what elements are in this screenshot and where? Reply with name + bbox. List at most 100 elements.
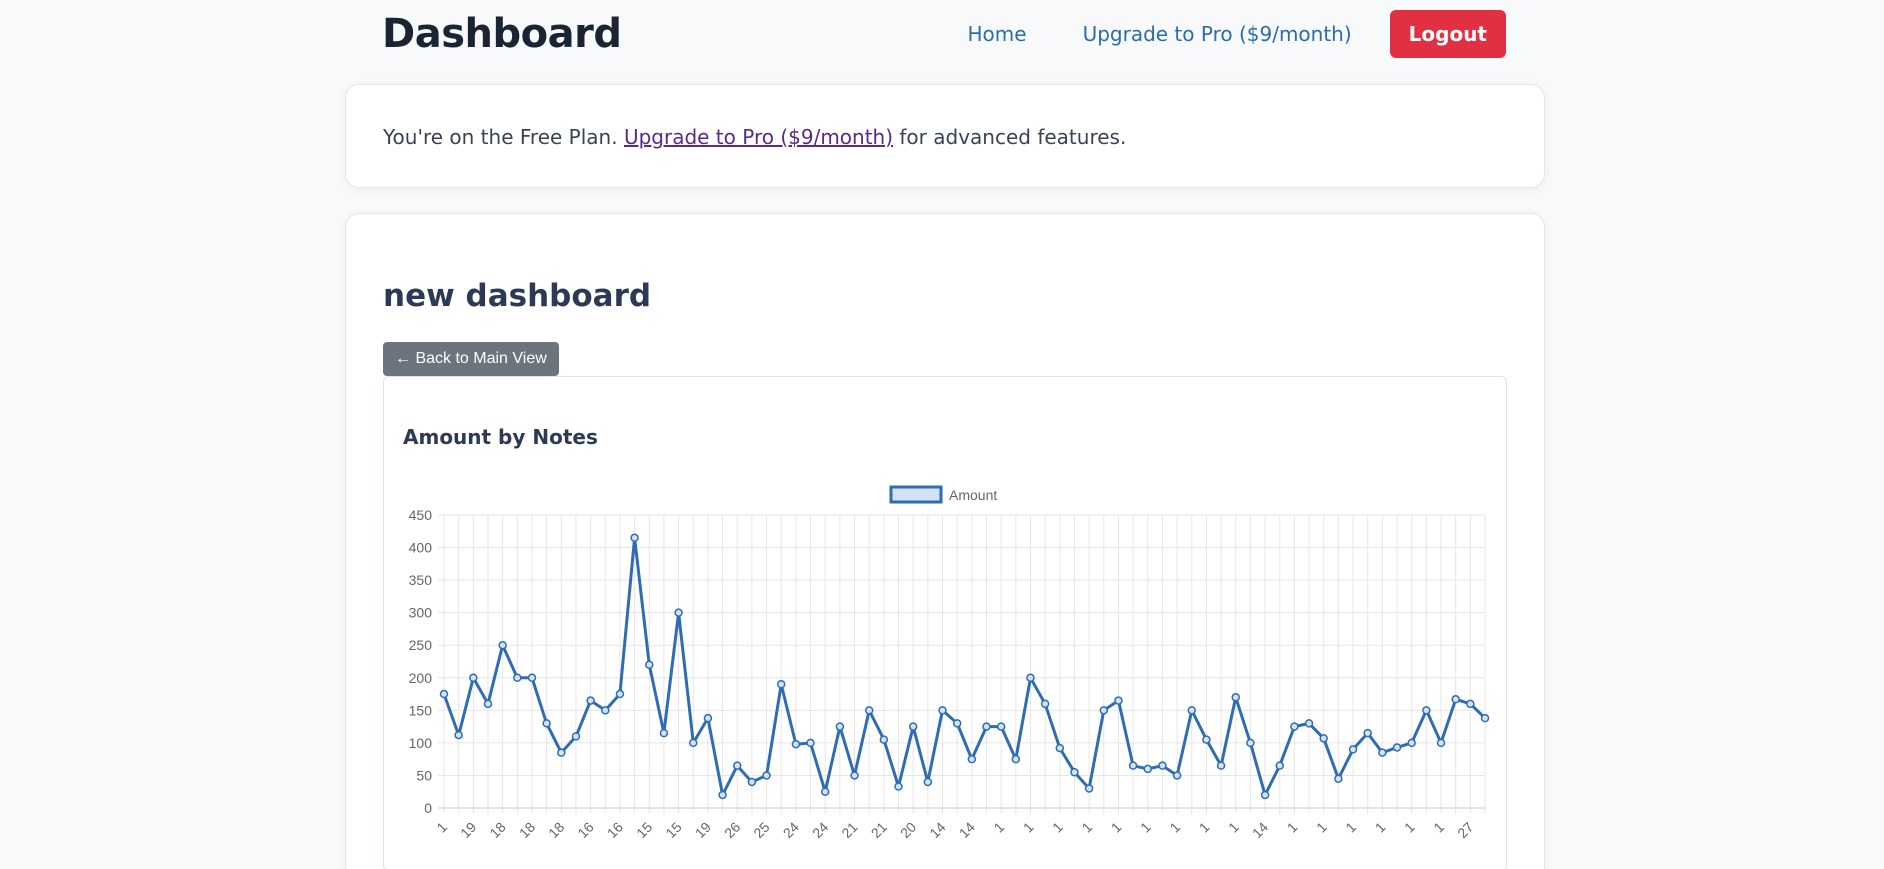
plan-notice-prefix: You're on the Free Plan. [383, 125, 624, 149]
top-navbar: Dashboard Home Upgrade to Pro ($9/month)… [382, 8, 1506, 60]
y-tick-label: 250 [409, 637, 433, 653]
x-tick-label: 1 [1166, 819, 1183, 836]
data-point [894, 782, 903, 791]
back-to-main-view-button[interactable]: ← Back to Main View [383, 342, 559, 376]
data-point [1055, 743, 1065, 753]
data-point [967, 754, 977, 764]
y-tick-label: 0 [424, 800, 432, 816]
dashboard-card: new dashboard ← Back to Main View Amount… [345, 213, 1545, 869]
nav-upgrade-link[interactable]: Upgrade to Pro ($9/month) [1083, 22, 1352, 46]
x-tick-label: 1 [1225, 819, 1242, 836]
data-point [615, 689, 625, 699]
data-point [1099, 706, 1109, 715]
data-point [703, 713, 713, 723]
series-line-amount [442, 536, 1487, 797]
x-tick-label: 1 [1108, 819, 1125, 836]
data-point [1451, 695, 1460, 704]
x-tick-label: 16 [604, 819, 626, 841]
y-tick-label: 100 [409, 735, 433, 751]
data-point [864, 706, 874, 715]
plan-notice-suffix: for advanced features. [893, 125, 1127, 149]
data-point [938, 706, 947, 715]
nav-home-link[interactable]: Home [968, 22, 1027, 46]
y-tick-label: 150 [409, 702, 433, 718]
data-point [659, 728, 669, 738]
data-point [1363, 728, 1372, 738]
data-point [630, 533, 639, 543]
x-tick-label: 1 [1049, 819, 1066, 836]
x-tick-label: 1 [1078, 819, 1095, 836]
x-tick-label: 19 [692, 819, 714, 841]
x-tick-label: 1 [1020, 819, 1037, 836]
data-point [1348, 745, 1358, 754]
data-point [483, 699, 493, 709]
data-point [1290, 722, 1299, 731]
x-tick-label: 14 [926, 819, 948, 841]
x-tick-label: 1 [1284, 819, 1301, 836]
x-tick-label: 1 [1430, 819, 1447, 836]
data-point [718, 790, 727, 800]
data-point [439, 689, 449, 699]
plan-notice-card: You're on the Free Plan. Upgrade to Pro … [345, 84, 1545, 188]
data-point [1378, 748, 1387, 757]
x-tick-label: 1 [990, 819, 1007, 836]
data-point [1246, 738, 1255, 748]
x-tick-label: 1 [1313, 819, 1330, 836]
x-tick-label: 18 [486, 819, 508, 841]
y-tick-label: 300 [409, 605, 433, 621]
x-tick-label: 19 [457, 819, 479, 841]
data-point [498, 640, 507, 650]
dashboard-title: new dashboard [383, 278, 652, 314]
page-title: Dashboard [382, 11, 622, 57]
y-tick-label: 50 [416, 767, 432, 783]
data-point [1231, 693, 1240, 702]
data-point [1202, 735, 1211, 744]
data-point [557, 748, 566, 757]
x-tick-label: 14 [1249, 819, 1271, 841]
data-point [1172, 771, 1182, 780]
data-point [586, 696, 595, 705]
x-tick-label: 24 [780, 819, 802, 841]
x-tick-label: 26 [721, 819, 743, 841]
x-tick-label: 1 [1401, 819, 1418, 836]
data-point [601, 706, 610, 715]
y-tick-label: 350 [409, 572, 433, 588]
data-point [1011, 754, 1021, 764]
plan-upgrade-link[interactable]: Upgrade to Pro ($9/month) [624, 125, 893, 149]
data-point [1407, 738, 1416, 748]
x-tick-label: 14 [956, 819, 978, 841]
x-tick-label: 1 [1137, 819, 1154, 836]
logout-button[interactable]: Logout [1389, 10, 1506, 58]
data-point [469, 673, 478, 683]
x-tick-label: 21 [838, 819, 860, 841]
data-point [1304, 719, 1314, 728]
data-point [1319, 734, 1328, 743]
data-point [1480, 713, 1490, 723]
data-point [1275, 761, 1284, 770]
data-point [1216, 761, 1226, 770]
data-point [806, 738, 815, 748]
data-point [923, 777, 933, 787]
data-point [1422, 706, 1431, 715]
x-tick-label: 25 [750, 819, 772, 841]
x-tick-label: 1 [1196, 819, 1213, 836]
data-point [1114, 696, 1123, 705]
data-point [454, 730, 463, 740]
data-point [791, 739, 801, 749]
data-point [982, 722, 991, 731]
data-point [1040, 699, 1050, 709]
data-point [1158, 761, 1167, 770]
x-tick-label: 18 [516, 819, 538, 841]
plan-notice-text: You're on the Free Plan. Upgrade to Pro … [383, 85, 1126, 189]
data-point [689, 738, 698, 748]
data-point [542, 719, 551, 728]
data-point [513, 673, 522, 683]
data-point [850, 771, 859, 780]
data-point [1260, 790, 1270, 800]
x-tick-label: 20 [897, 819, 919, 841]
y-tick-label: 450 [409, 507, 433, 523]
data-point [571, 732, 581, 741]
data-point [776, 680, 786, 689]
data-point [1128, 761, 1138, 770]
data-point [835, 722, 845, 731]
